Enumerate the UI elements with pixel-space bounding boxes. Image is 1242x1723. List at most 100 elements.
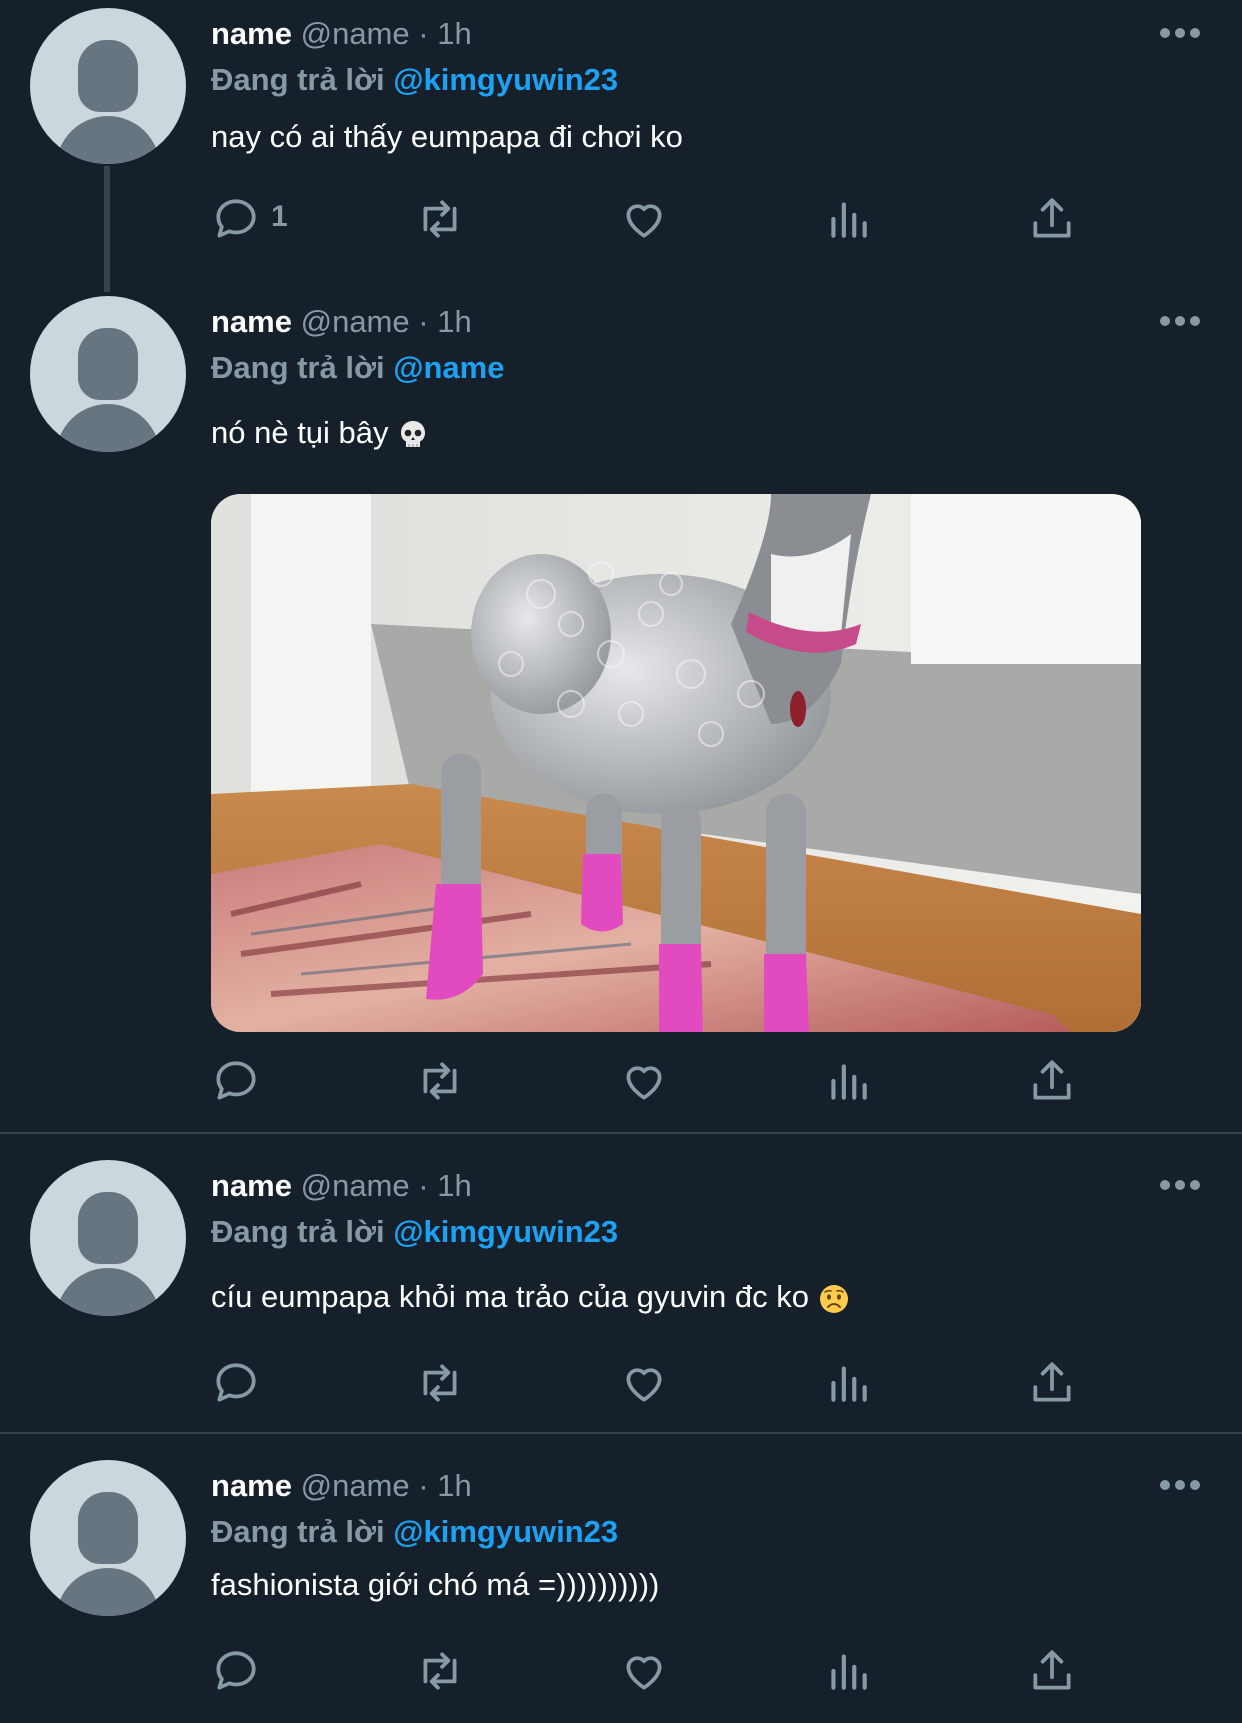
retweet-button[interactable]	[415, 1056, 465, 1110]
retweet-button[interactable]	[415, 1358, 465, 1412]
display-name[interactable]: name	[211, 16, 292, 51]
tweet-3[interactable]: name @name · 1h Đang trả lời @kimgyuwin2…	[0, 1152, 1242, 1432]
share-button[interactable]	[1027, 1358, 1077, 1412]
more-icon[interactable]	[1160, 1180, 1200, 1192]
tweet-media-photo[interactable]	[211, 494, 1141, 1032]
reply-button[interactable]: 1	[211, 194, 288, 248]
timestamp[interactable]: 1h	[437, 1168, 471, 1203]
tweet-text: fashionista giới chó má =))))))))))	[211, 1567, 660, 1602]
divider	[0, 1132, 1242, 1134]
timestamp[interactable]: 1h	[437, 16, 471, 51]
tweet-text: nay có ai thấy eumpapa đi chơi ko	[211, 119, 683, 154]
action-bar	[211, 1646, 1111, 1700]
share-icon	[1033, 198, 1071, 238]
tweet-header: name @name · 1h	[211, 1468, 472, 1504]
like-icon	[626, 1656, 662, 1690]
reply-button[interactable]	[211, 1646, 261, 1700]
like-icon	[626, 204, 662, 238]
analytics-button[interactable]	[823, 1056, 873, 1110]
display-name[interactable]: name	[211, 304, 292, 339]
replying-to-label: Đang trả lời	[211, 1514, 385, 1549]
avatar[interactable]	[30, 1160, 186, 1316]
tweet-1[interactable]: name @name · 1h Đang trả lời @kimgyuwin2…	[0, 0, 1242, 292]
avatar[interactable]	[30, 296, 186, 452]
replying-to: Đang trả lời @kimgyuwin23	[211, 1214, 618, 1250]
separator-dot: ·	[418, 1168, 429, 1203]
analytics-icon	[831, 1366, 867, 1402]
display-name[interactable]: name	[211, 1168, 292, 1203]
tweet-header: name @name · 1h	[211, 16, 472, 52]
timestamp[interactable]: 1h	[437, 304, 471, 339]
replying-to-label: Đang trả lời	[211, 62, 385, 97]
replying-to-label: Đang trả lời	[211, 350, 385, 385]
replying-to-label: Đang trả lời	[211, 1214, 385, 1249]
handle[interactable]: @name	[301, 304, 410, 339]
replying-to: Đang trả lời @kimgyuwin23	[211, 62, 618, 98]
share-button[interactable]	[1027, 194, 1077, 248]
tweet-2[interactable]: name @name · 1h Đang trả lời @name nó nè…	[0, 288, 1242, 1130]
replying-to: Đang trả lời @kimgyuwin23	[211, 1514, 618, 1550]
analytics-icon	[831, 1654, 867, 1690]
share-button[interactable]	[1027, 1056, 1077, 1110]
analytics-button[interactable]	[823, 194, 873, 248]
retweet-button[interactable]	[415, 1646, 465, 1700]
reply-button[interactable]	[211, 1056, 261, 1110]
display-name[interactable]: name	[211, 1468, 292, 1503]
analytics-icon	[831, 202, 867, 238]
tweet-text-row: cíu eumpapa khỏi ma trảo của gyuvin đc k…	[211, 1278, 850, 1316]
analytics-button[interactable]	[823, 1646, 873, 1700]
worried-face-emoji	[819, 1284, 848, 1313]
more-icon[interactable]	[1160, 316, 1200, 328]
handle[interactable]: @name	[301, 16, 410, 51]
like-button[interactable]	[619, 1646, 669, 1700]
retweet-button[interactable]	[415, 194, 465, 248]
separator-dot: ·	[418, 16, 429, 51]
mention-link[interactable]: @kimgyuwin23	[393, 1514, 618, 1549]
reply-icon	[216, 1061, 256, 1100]
retweet-icon	[423, 1364, 457, 1402]
more-icon[interactable]	[1160, 28, 1200, 40]
share-button[interactable]	[1027, 1646, 1077, 1700]
avatar[interactable]	[30, 1460, 186, 1616]
divider	[0, 1432, 1242, 1434]
mention-link[interactable]: @name	[393, 350, 504, 385]
tweet-header: name @name · 1h	[211, 1168, 472, 1204]
analytics-icon	[831, 1064, 867, 1100]
reply-icon	[216, 199, 256, 238]
timestamp[interactable]: 1h	[437, 1468, 471, 1503]
mention-link[interactable]: @kimgyuwin23	[393, 62, 618, 97]
tweet-text: nó nè tụi bây	[211, 415, 389, 450]
tweet-4[interactable]: name @name · 1h Đang trả lời @kimgyuwin2…	[0, 1452, 1242, 1723]
dog-photo	[211, 494, 1141, 1032]
analytics-button[interactable]	[823, 1358, 873, 1412]
separator-dot: ·	[418, 1468, 429, 1503]
retweet-icon	[423, 200, 457, 238]
retweet-icon	[423, 1062, 457, 1100]
reply-icon	[216, 1363, 256, 1402]
share-icon	[1033, 1650, 1071, 1690]
like-button[interactable]	[619, 194, 669, 248]
like-button[interactable]	[619, 1056, 669, 1110]
retweet-icon	[423, 1652, 457, 1690]
tweet-text-row: nó nè tụi bây	[211, 414, 429, 452]
action-bar: 1	[211, 194, 1111, 248]
like-icon	[626, 1368, 662, 1402]
tweet-text: cíu eumpapa khỏi ma trảo của gyuvin đc k…	[211, 1279, 809, 1314]
like-button[interactable]	[619, 1358, 669, 1412]
tweet-header: name @name · 1h	[211, 304, 472, 340]
share-icon	[1033, 1060, 1071, 1100]
avatar[interactable]	[30, 8, 186, 164]
replying-to: Đang trả lời @name	[211, 350, 504, 386]
separator-dot: ·	[418, 304, 429, 339]
more-icon[interactable]	[1160, 1480, 1200, 1492]
skull-emoji	[401, 420, 426, 447]
handle[interactable]: @name	[301, 1168, 410, 1203]
thread-line	[104, 166, 110, 292]
mention-link[interactable]: @kimgyuwin23	[393, 1214, 618, 1249]
reply-button[interactable]	[211, 1358, 261, 1412]
handle[interactable]: @name	[301, 1468, 410, 1503]
share-icon	[1033, 1362, 1071, 1402]
reply-count: 1	[271, 200, 288, 233]
like-icon	[626, 1066, 662, 1100]
reply-icon	[216, 1651, 256, 1690]
